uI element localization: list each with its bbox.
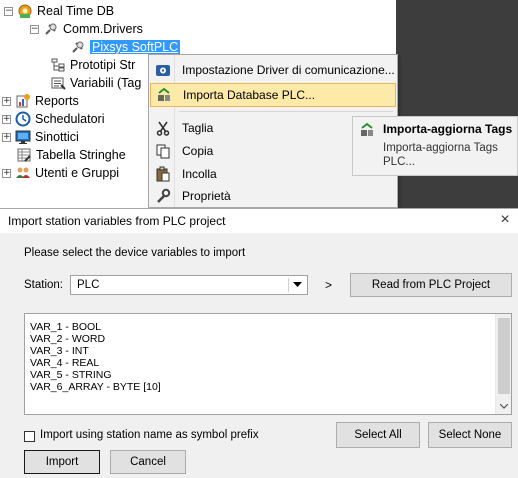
copy-icon [154,142,172,160]
tree-node-utenti-gruppi[interactable]: + Utenti e Gruppi [2,164,119,182]
import-tags-submenu[interactable]: Importa-aggiorna Tags Importa-aggiorna T… [352,116,518,176]
expand-icon[interactable]: + [2,168,11,178]
driver-icon [70,39,86,55]
list-item[interactable]: VAR_1 - BOOL [30,321,161,333]
chevron-down-icon[interactable] [288,278,305,292]
tree-label: Prototipi Str [70,58,136,72]
import-tags-icon [359,122,375,141]
menu-item-driver-settings[interactable]: Impostazione Driver di comunicazione... [150,58,396,82]
list-item[interactable]: VAR_3 - INT [30,345,161,357]
tree-label: Comm.Drivers [63,22,143,36]
reports-icon [15,93,31,109]
expand-icon[interactable]: + [2,132,11,142]
list-item[interactable]: VAR_5 - STRING [30,369,161,381]
menu-item-label: Taglia [182,121,214,135]
string-table-icon [16,147,32,163]
read-from-plc-button[interactable]: Read from PLC Project [350,273,512,297]
tree-node-comm-drivers[interactable]: − Comm.Drivers [30,20,143,38]
menu-item-import-database[interactable]: Importa Database PLC... [150,83,396,107]
select-all-button[interactable]: Select All [336,422,420,448]
tree-label-selected: Pixsys SoftPLC [90,40,181,54]
vertical-scrollbar[interactable] [495,314,511,414]
wrench-icon [154,187,172,205]
monitor-icon [15,129,31,145]
paste-icon [154,165,172,183]
tree-label: Reports [35,94,79,108]
tree-node-real-time-db[interactable]: − Real Time DB [4,2,114,20]
tree-node-prototipi[interactable]: Prototipi Str [50,56,135,74]
scrollbar-thumb[interactable] [498,318,510,394]
structure-icon [50,57,66,73]
database-gear-icon [17,3,33,19]
prefix-checkbox[interactable] [24,431,35,442]
scroll-down-icon[interactable] [498,400,510,412]
arrow-indicator: > [325,278,333,292]
list-item[interactable]: VAR_4 - REAL [30,357,161,369]
tree-label: Real Time DB [37,4,115,18]
expand-icon[interactable]: + [2,114,11,124]
driver-settings-icon [154,61,172,79]
tree-label: Variabili (Tag [70,76,142,90]
tree-node-sinottici[interactable]: + Sinottici [2,128,79,146]
workspace-panel [396,0,518,208]
close-icon[interactable]: × [496,211,514,229]
import-database-icon [155,86,173,104]
list-item[interactable]: VAR_2 - WORD [30,333,161,345]
variables-rows: VAR_1 - BOOL VAR_2 - WORD VAR_3 - INT VA… [30,321,161,393]
tree-label: Sinottici [35,130,79,144]
clock-icon [15,111,31,127]
select-none-button[interactable]: Select None [428,422,512,448]
dialog-titlebar[interactable]: Import station variables from PLC projec… [0,209,518,233]
menu-item-label: Proprietà [182,189,231,203]
variables-icon [50,75,66,91]
plug-icon [43,21,59,37]
menu-item-label: Impostazione Driver di comunicazione... [182,63,395,77]
instruction-text: Please select the device variables to im… [24,247,246,259]
import-dialog: Import station variables from PLC projec… [0,208,518,478]
prefix-checkbox-label: Import using station name as symbol pref… [40,429,259,441]
collapse-icon[interactable]: − [4,6,13,16]
submenu-title: Importa-aggiorna Tags [383,122,513,136]
tree-label: Utenti e Gruppi [35,166,120,180]
menu-item-proprieta[interactable]: Proprietà [150,184,396,208]
tree-label: Schedulatori [35,112,105,126]
dialog-title: Import station variables from PLC projec… [8,214,226,228]
scissors-icon [154,119,172,137]
tree-node-variabili[interactable]: Variabili (Tag [50,74,141,92]
tree-label: Tabella Stringhe [36,148,126,162]
menu-item-label: Importa Database PLC... [183,88,316,102]
cancel-button[interactable]: Cancel [110,450,186,474]
users-icon [15,165,31,181]
collapse-icon[interactable]: − [30,24,39,34]
menu-item-label: Incolla [182,167,217,181]
menu-item-label: Copia [182,144,214,158]
tree-node-tabella-stringhe[interactable]: Tabella Stringhe [16,146,126,164]
tree-node-reports[interactable]: + Reports [2,92,79,110]
variables-list[interactable]: VAR_1 - BOOL VAR_2 - WORD VAR_3 - INT VA… [24,313,512,415]
import-button[interactable]: Import [24,450,100,474]
station-select[interactable]: PLC [70,275,308,295]
submenu-description: Importa-aggiorna Tags PLC... [383,142,498,168]
station-label: Station: [24,279,63,291]
tree-node-schedulatori[interactable]: + Schedulatori [2,110,105,128]
menu-separator [179,111,393,112]
expand-icon[interactable]: + [2,96,11,106]
project-tree-area: − Real Time DB − Comm.Drivers Pixsys Sof… [0,0,518,208]
station-value: PLC [77,279,100,291]
list-item[interactable]: VAR_6_ARRAY - BYTE [10] [30,381,161,393]
